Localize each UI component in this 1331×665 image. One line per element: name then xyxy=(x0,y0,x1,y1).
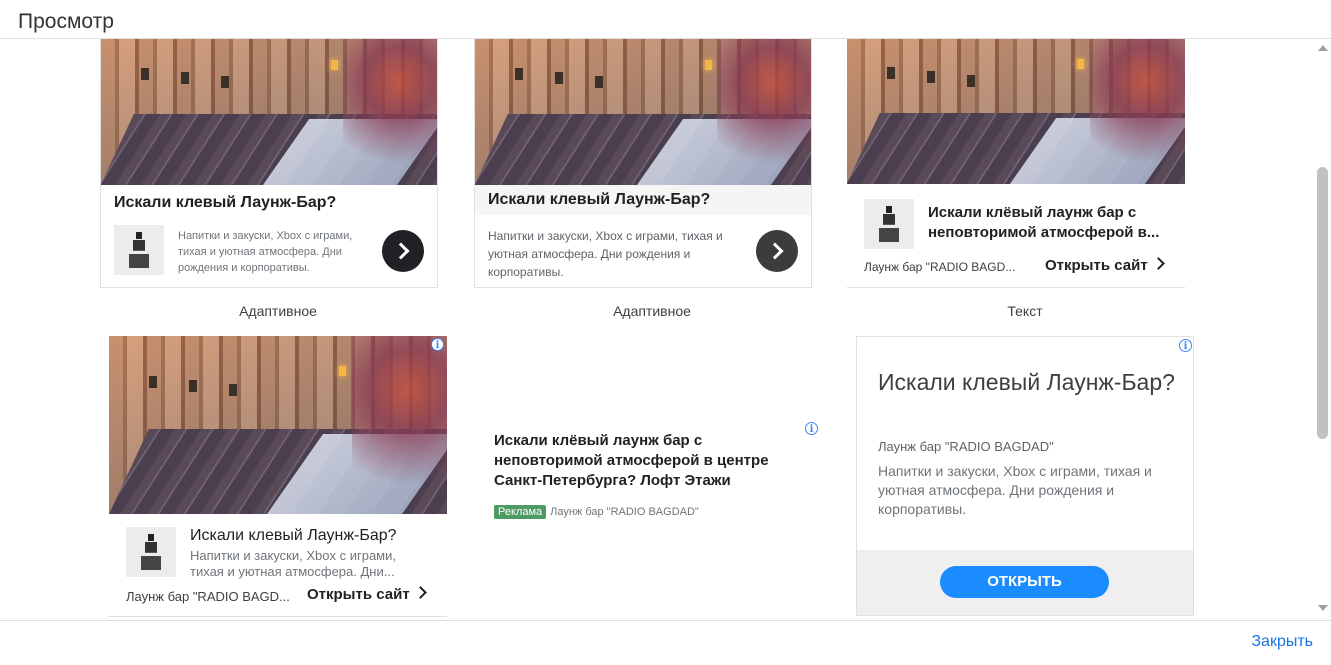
open-site-link[interactable]: Открыть сайт xyxy=(307,586,427,603)
ad-headline[interactable]: Искали клевый Лаунж-Бар? xyxy=(488,191,710,209)
open-button[interactable]: ОТКРЫТЬ xyxy=(940,566,1109,598)
advertiser-name: Лаунж бар "RADIO BAGDAD" xyxy=(878,439,1054,454)
next-arrow-button[interactable] xyxy=(382,230,424,272)
advertiser-name: Лаунж бар "RADIO BAGDAD" xyxy=(550,506,699,518)
dialog-title: Просмотр xyxy=(18,10,114,33)
format-caption: Адаптивное xyxy=(239,303,317,319)
advertiser-logo xyxy=(114,225,164,275)
ad-card-large-text[interactable]: i Искали клевый Лаунж-Бар? Лаунж бар "RA… xyxy=(856,336,1194,616)
open-site-label: Открыть сайт xyxy=(1045,257,1148,274)
preview-area: Искали клевый Лаунж-Бар? Напитки и закус… xyxy=(0,39,1314,620)
ad-description: Напитки и закуски, Xbox с играми, тихая … xyxy=(488,229,723,279)
dialog-footer: Закрыть xyxy=(0,620,1331,665)
advertiser-name: Лаунж бар "RADIO BAGD... xyxy=(126,589,290,604)
ad-card-text[interactable]: Искали клёвый лаунж бар с неповторимой а… xyxy=(847,39,1185,288)
chevron-right-icon xyxy=(392,242,410,260)
ad-description: Напитки и закуски, Xbox с играми, тихая … xyxy=(178,230,353,274)
scroll-up-icon[interactable] xyxy=(1318,45,1328,51)
ad-card-adaptive-2[interactable]: Искали клевый Лаунж-Бар? Напитки и закус… xyxy=(474,39,812,288)
ad-headline[interactable]: Искали клевый Лаунж-Бар? xyxy=(878,367,1178,397)
close-button[interactable]: Закрыть xyxy=(1251,633,1313,651)
ad-card-image-native[interactable]: i Искали клевый Лаунж-Бар? Напитки и зак… xyxy=(109,336,447,617)
vertical-scrollbar[interactable] xyxy=(1315,39,1331,620)
ad-badge: Реклама xyxy=(494,505,547,519)
chevron-right-icon xyxy=(766,242,784,260)
ad-image xyxy=(475,39,811,185)
ad-info-icon[interactable]: i xyxy=(1179,339,1192,352)
next-arrow-button[interactable] xyxy=(756,230,798,272)
ad-description: Напитки и закуски, Xbox с играми, тихая … xyxy=(190,548,396,579)
open-site-link[interactable]: Открыть сайт xyxy=(1045,257,1165,274)
advertiser-name: Лаунж бар "RADIO BAGD... xyxy=(864,260,1016,274)
dialog-header: Просмотр xyxy=(0,0,1331,39)
format-caption: Текст xyxy=(1007,303,1043,319)
ad-image xyxy=(109,336,447,514)
advertiser-logo xyxy=(864,199,914,249)
ad-info-icon[interactable]: i xyxy=(431,338,444,351)
ad-image xyxy=(847,39,1185,184)
advertiser-logo xyxy=(126,527,176,577)
chevron-right-icon xyxy=(1151,257,1165,270)
scroll-down-icon[interactable] xyxy=(1318,605,1328,611)
open-site-label: Открыть сайт xyxy=(307,586,410,603)
ad-card-adaptive-1[interactable]: Искали клевый Лаунж-Бар? Напитки и закус… xyxy=(100,39,438,288)
ad-attribution: Реклама Лаунж бар "RADIO BAGDAD" xyxy=(494,505,699,519)
ad-card-text-only[interactable]: i Искали клёвый лаунж бар с неповторимой… xyxy=(484,416,824,526)
ad-headline[interactable]: Искали клёвый лаунж бар с неповторимой а… xyxy=(494,431,784,491)
ad-image xyxy=(101,39,437,185)
ad-headline[interactable]: Искали клевый Лаунж-Бар? xyxy=(114,194,336,212)
format-caption: Адаптивное xyxy=(613,303,691,319)
ad-description: Напитки и закуски, Xbox с играми, тихая … xyxy=(878,463,1152,517)
ad-headline[interactable]: Искали клевый Лаунж-Бар? xyxy=(190,527,397,545)
scroll-thumb[interactable] xyxy=(1317,167,1328,439)
ad-headline[interactable]: Искали клёвый лаунж бар с неповторимой а… xyxy=(928,203,1173,243)
ad-info-icon[interactable]: i xyxy=(805,422,818,435)
chevron-right-icon xyxy=(413,586,427,599)
